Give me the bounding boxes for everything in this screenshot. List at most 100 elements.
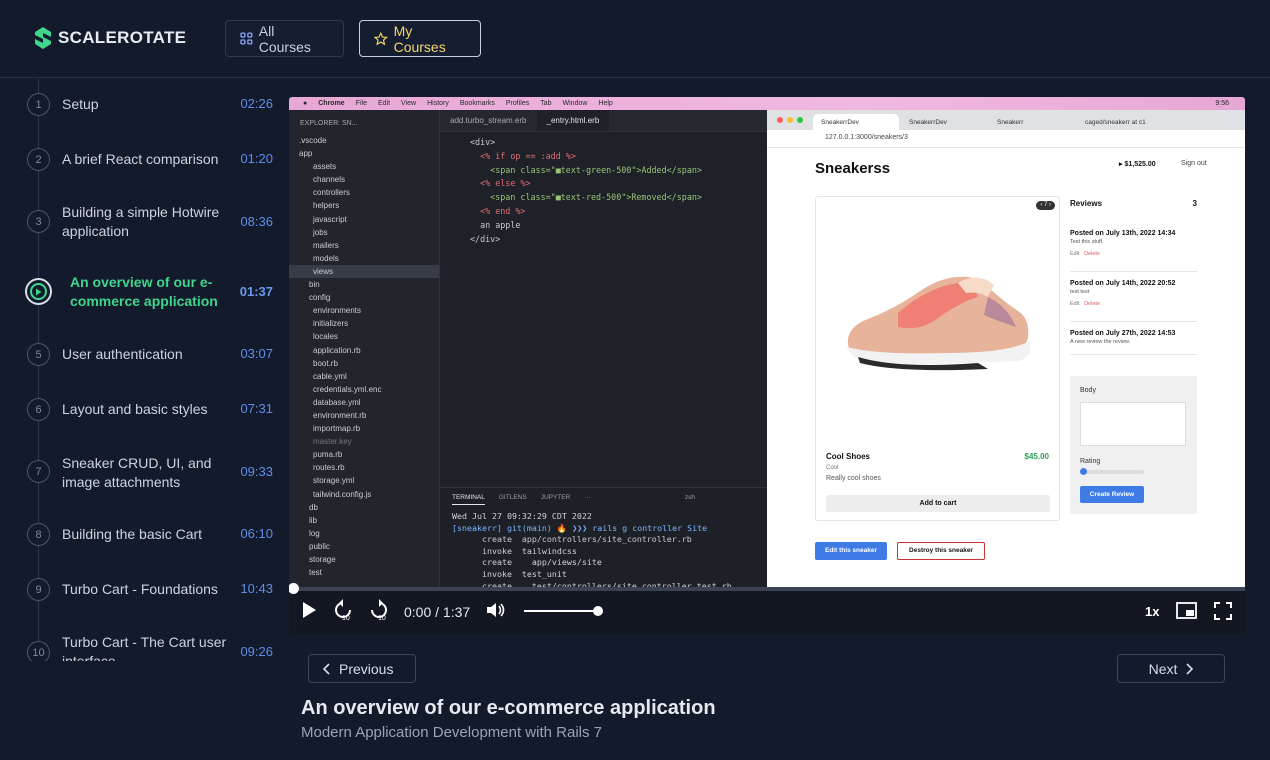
rating-slider (1080, 468, 1144, 475)
lesson-number: 5 (27, 343, 50, 366)
lesson-duration: 01:37 (239, 284, 273, 299)
review-body: Test this stuff. (1070, 239, 1104, 245)
code-line: <% end %> (470, 205, 526, 216)
review-item: Posted on July 14th, 2022 20:52 test tes… (1070, 280, 1197, 322)
lesson-number: 6 (27, 398, 50, 421)
tree-item: credentials.yml.enc (313, 384, 382, 394)
lesson-item[interactable]: 6 Layout and basic styles 07:31 (0, 398, 289, 421)
previous-button[interactable]: Previous (308, 654, 416, 683)
now-playing-indicator (25, 278, 52, 305)
tree-item: storage.yml (313, 476, 355, 486)
lesson-item[interactable]: 2 A brief React comparison 01:20 (0, 148, 289, 171)
logo-icon (35, 27, 51, 49)
course-name: Modern Application Development with Rail… (301, 724, 602, 741)
lesson-number: 8 (27, 523, 50, 546)
lesson-item-active[interactable]: An overview of our e-commerce applicatio… (0, 271, 289, 311)
grid-icon (240, 32, 253, 45)
my-courses-button[interactable]: My Courses (359, 20, 481, 57)
video-player[interactable]: ● Chrome File Edit View History Bookmark… (289, 97, 1245, 634)
lesson-title: A brief React comparison (62, 151, 219, 167)
play-icon[interactable] (301, 601, 317, 619)
star-icon (374, 31, 388, 46)
browser-window: SneakerrDev SneakerrDev Sneakerr caged/s… (767, 110, 1245, 587)
terminal-line: Wed Jul 27 09:32:29 CDT 2022 (452, 511, 592, 521)
explorer-title: EXPLORER: SN... (300, 120, 358, 127)
lesson-number: 2 (27, 148, 50, 171)
playback-speed[interactable]: 1x (1145, 604, 1159, 619)
lesson-title: Building a simple Hotwire application (62, 204, 220, 239)
review-item: Posted on July 27th, 2022 14:53 A new re… (1070, 330, 1197, 355)
review-edit-link: Edit (1070, 251, 1080, 257)
lesson-title: Building the basic Cart (62, 526, 203, 542)
terminal-tab: GITLENS (498, 494, 527, 501)
next-button[interactable]: Next (1117, 654, 1225, 683)
volume-thumb[interactable] (593, 606, 603, 616)
tree-item-selected: views (289, 264, 439, 279)
previous-label: Previous (339, 660, 394, 677)
lesson-item[interactable]: 9 Turbo Cart - Foundations 10:43 (0, 578, 289, 601)
terminal-tabs: TERMINAL GITLENS JUPYTER ··· zsh (440, 488, 767, 505)
fullscreen-icon[interactable] (1214, 602, 1232, 620)
browser-tab-active: SneakerrDev (813, 114, 899, 130)
forward-10-icon[interactable]: 10 (369, 599, 389, 621)
tree-item: importmap.rb (313, 424, 361, 434)
volume-icon[interactable] (486, 601, 506, 619)
editor-tab-active: _entry.html.erb (536, 110, 610, 131)
review-posted: Posted on July 27th, 2022 14:53 (1070, 330, 1176, 337)
chevron-right-icon (1186, 662, 1194, 675)
tree-item: config (309, 293, 331, 303)
progress-bar[interactable] (289, 583, 1245, 594)
tree-item: assets (313, 162, 337, 172)
lesson-title: Layout and basic styles (62, 401, 208, 417)
rewind-10-icon[interactable]: 10 (333, 599, 353, 621)
url-bar: 127.0.0.1:3000/sneakers/3 (767, 130, 1245, 148)
review-body: test test (1070, 289, 1090, 295)
lesson-number: 7 (27, 460, 50, 483)
brand-logo[interactable]: SCALEROTATE (34, 26, 186, 50)
menu-window: Window (562, 100, 588, 107)
mac-menu-bar: ● Chrome File Edit View History Bookmark… (289, 97, 1245, 110)
volume-slider[interactable] (524, 606, 603, 616)
my-courses-label: My Courses (393, 22, 446, 55)
product-price: $45.00 (1024, 452, 1049, 461)
terminal-line: invoke test_unit (452, 568, 567, 579)
terminal-shell: zsh (684, 494, 695, 501)
lesson-item[interactable]: 5 User authentication 03:07 (0, 343, 289, 366)
lesson-item[interactable]: 3 Building a simple Hotwire application … (0, 201, 289, 241)
play-icon (36, 288, 42, 295)
product-card: ‹ 7 › Cool Shoes $45.00 Cool Really cool… (815, 196, 1060, 521)
lesson-number: 3 (27, 210, 50, 233)
lesson-item[interactable]: 7 Sneaker CRUD, UI, and image attachment… (0, 453, 289, 493)
tree-item: lib (309, 515, 318, 525)
menu-bookmarks: Bookmarks (459, 100, 495, 107)
lesson-duration: 01:20 (240, 151, 273, 166)
tree-item: public (309, 541, 330, 551)
tree-item: storage (309, 555, 336, 564)
product-category: Cool (826, 465, 839, 471)
image-count-badge: ‹ 7 › (1036, 201, 1055, 210)
browser-tab: Sneakerr (997, 119, 1024, 126)
tree-item: routes.rb (313, 463, 345, 473)
tree-item: db (309, 502, 318, 512)
review-posted: Posted on July 14th, 2022 20:52 (1070, 280, 1176, 287)
tree-item: log (309, 528, 320, 538)
lesson-title: Turbo Cart - The Cart user interface (62, 634, 227, 661)
lesson-title: Turbo Cart - Foundations (62, 581, 218, 597)
chevron-left-icon (323, 662, 330, 675)
lesson-item[interactable]: 1 Setup 02:26 (0, 93, 289, 116)
terminal-line: [sneakerr] git(main) 🔥 ❯❯❯ rails g contr… (452, 522, 708, 533)
tree-item: test (309, 568, 322, 578)
code-lines: <div> <% if op == :add %> <span class="■… (440, 132, 767, 246)
lesson-item[interactable]: 8 Building the basic Cart 06:10 (0, 523, 289, 546)
tree-item: channels (313, 175, 346, 185)
terminal-tab-active: TERMINAL (452, 494, 485, 505)
lesson-duration: 07:31 (240, 401, 273, 416)
code-pane: add.turbo_stream.erb _entry.html.erb <di… (440, 110, 767, 480)
tree-item: database.yml (313, 397, 361, 407)
terminal-tab: JUPYTER (540, 494, 571, 501)
menu-view: View (401, 100, 417, 107)
picture-in-picture-icon[interactable] (1176, 602, 1197, 619)
code-line: <span class="■text-green-500">Added</spa… (470, 164, 702, 175)
all-courses-button[interactable]: All Courses (225, 20, 344, 57)
lesson-item[interactable]: 10 Turbo Cart - The Cart user interface … (0, 632, 289, 661)
